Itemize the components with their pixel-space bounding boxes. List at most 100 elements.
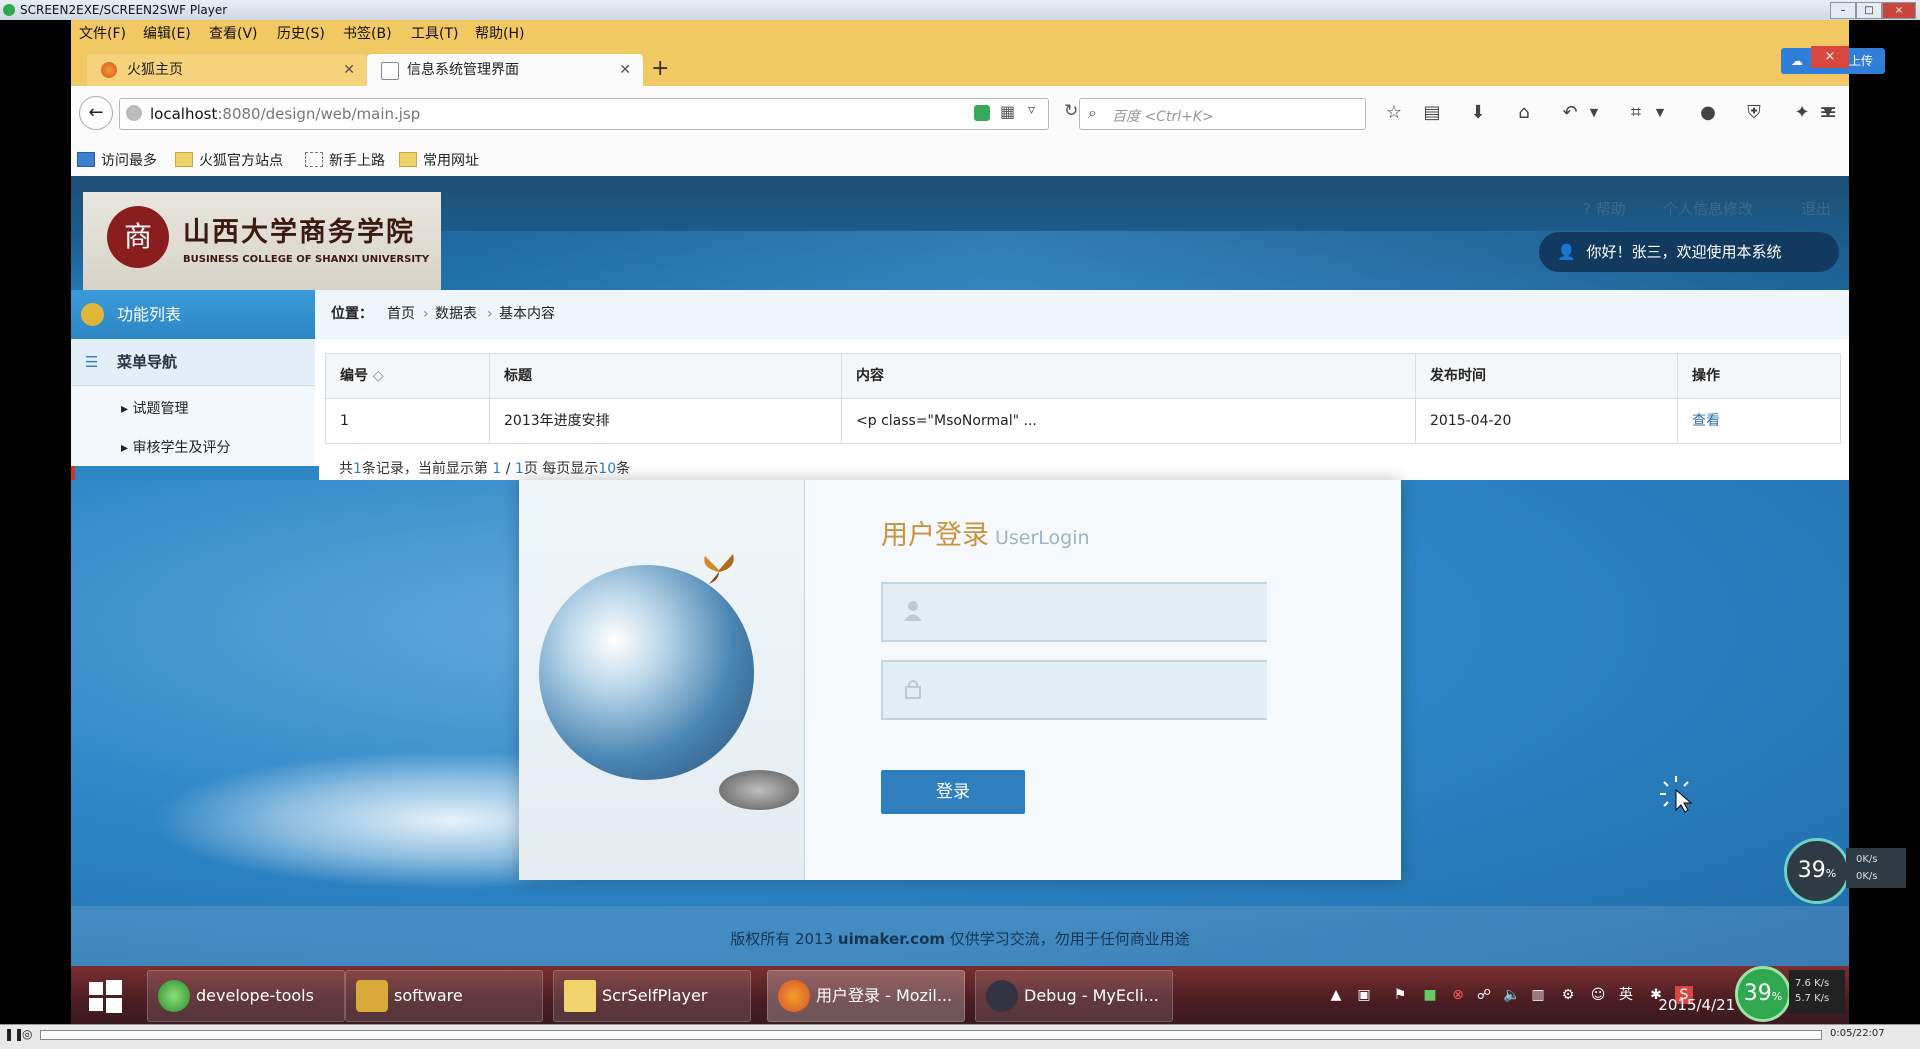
sidebar-menu-nav[interactable]: ☰ 菜单导航 xyxy=(71,339,315,386)
app-icon xyxy=(158,980,190,1012)
computer-mouse-icon xyxy=(719,770,799,810)
chevron-down-icon xyxy=(81,303,104,326)
shield-icon[interactable] xyxy=(974,105,990,121)
tray-ime-icon[interactable]: 英 xyxy=(1617,986,1635,1004)
network-speed-widget[interactable]: 39% xyxy=(1784,838,1850,904)
menu-file[interactable]: 文件(F) xyxy=(79,23,126,43)
tab-firefox-home[interactable]: 火狐主页 ✕ xyxy=(87,54,367,86)
tray-qq-icon[interactable]: ☺ xyxy=(1589,986,1607,1004)
sidebar-item-review-students[interactable]: ▸ 审核学生及评分 xyxy=(121,437,230,457)
dropdown-icon[interactable]: ▼ xyxy=(1649,102,1671,124)
tab-info-system[interactable]: 信息系统管理界面 ✕ xyxy=(367,54,643,86)
firefox-icon xyxy=(101,62,117,78)
bookmark-most-visited[interactable]: 访问最多 xyxy=(77,150,157,170)
column-header-id[interactable]: 编号 ◇ xyxy=(326,354,503,399)
network-speed-stats: 0K/s 0K/s xyxy=(1846,848,1906,888)
password-input[interactable] xyxy=(881,660,1267,720)
windows-start-icon[interactable] xyxy=(85,976,125,1016)
taskbar-item-software[interactable]: software xyxy=(345,970,543,1022)
login-button[interactable]: 登录 xyxy=(881,770,1025,814)
new-tab-button[interactable]: + xyxy=(651,56,669,81)
nav-toolbar: ← localhost:8080/design/web/main.jsp ▦ ▿… xyxy=(71,86,1849,143)
home-icon[interactable]: ⌂ xyxy=(1513,102,1535,124)
reload-icon[interactable]: ↻ xyxy=(1064,101,1078,121)
username-input[interactable] xyxy=(881,582,1267,642)
hamburger-menu-icon[interactable]: ≡ xyxy=(1819,100,1837,125)
taskbar-item-myeclipse[interactable]: Debug - MyEcli... xyxy=(975,970,1173,1022)
butterfly-icon xyxy=(704,554,734,584)
breadcrumb-content: 基本内容 xyxy=(499,306,555,322)
taskbar-speed-widget[interactable]: 39% xyxy=(1735,966,1791,1022)
tray-app-icon[interactable]: ▣ xyxy=(1355,986,1373,1004)
bookmark-common-sites[interactable]: 常用网址 xyxy=(399,150,479,170)
tray-device-icon[interactable]: ▥ xyxy=(1529,986,1547,1004)
download-icon[interactable]: ⬇ xyxy=(1467,102,1489,124)
tray-volume-icon[interactable]: 🔈 xyxy=(1503,986,1521,1004)
tray-flag-icon[interactable]: ⚑ xyxy=(1391,986,1409,1004)
menu-view[interactable]: 查看(V) xyxy=(209,23,258,43)
tray-network-icon[interactable]: ☍ xyxy=(1475,986,1493,1004)
copyright-footer: 版权所有 2013 uimaker.com 仅供学习交流，勿用于任何商业用途 xyxy=(730,930,1190,948)
tab-close-icon[interactable]: ✕ xyxy=(619,54,631,86)
view-link[interactable]: 查看 xyxy=(1692,399,1720,443)
back-icon[interactable]: ← xyxy=(79,96,113,130)
taskbar-item-firefox[interactable]: 用户登录 - Mozil... xyxy=(767,970,965,1022)
menu-bookmarks[interactable]: 书签(B) xyxy=(343,23,392,43)
tray-expand-icon[interactable]: ▲ xyxy=(1327,986,1345,1004)
taskbar-item-scrselfplayer[interactable]: ScrSelfPlayer xyxy=(553,970,751,1022)
menu-tools[interactable]: 工具(T) xyxy=(411,23,458,43)
security-shield-icon[interactable]: ⛨ xyxy=(1743,102,1765,124)
globe-icon xyxy=(126,105,142,121)
star-icon[interactable]: ☆ xyxy=(1383,102,1405,124)
menu-bar: 文件(F) 编辑(E) 查看(V) 历史(S) 书签(B) 工具(T) 帮助(H… xyxy=(71,20,1849,44)
url-bar[interactable]: localhost:8080/design/web/main.jsp ▦ ▿ ↻ xyxy=(119,98,1078,130)
crop-icon[interactable]: ⌗ xyxy=(1625,102,1647,124)
pagination-info: 共1条记录，当前显示第 1 / 1页 每页显示10条 xyxy=(339,461,631,477)
player-logo-icon xyxy=(3,4,15,16)
settings-icon[interactable]: ◎ xyxy=(22,1027,32,1041)
user-icon xyxy=(904,601,922,621)
chat-icon[interactable]: ● xyxy=(1697,102,1719,124)
tab-close-icon[interactable]: ✕ xyxy=(343,54,355,86)
reader-icon[interactable]: ▤ xyxy=(1421,102,1443,124)
table-cell: <p class="MsoNormal" ... xyxy=(856,413,1037,429)
sidebar-title[interactable]: 功能列表 xyxy=(71,290,315,339)
bookmark-firefox-site[interactable]: 火狐官方站点 xyxy=(175,150,283,170)
profile-edit-link[interactable]: 个人信息修改 xyxy=(1663,198,1753,219)
minimize-icon[interactable]: – xyxy=(1830,2,1856,19)
menu-history[interactable]: 历史(S) xyxy=(277,23,325,43)
help-link[interactable]: ? 帮助 xyxy=(1583,198,1626,219)
site-header: 商 山西大学商务学院 BUSINESS COLLEGE OF SHANXI UN… xyxy=(71,176,1849,290)
column-header-date: 发布时间 xyxy=(1416,354,1691,399)
sidebar-item-exam-management[interactable]: ▸ 试题管理 xyxy=(121,398,188,418)
breadcrumb-datatable[interactable]: 数据表 xyxy=(435,290,477,339)
menu-help[interactable]: 帮助(H) xyxy=(475,23,524,43)
playback-progress[interactable] xyxy=(40,1030,1822,1040)
bookmark-icon xyxy=(77,152,95,167)
web-page: 商 山西大学商务学院 BUSINESS COLLEGE OF SHANXI UN… xyxy=(71,176,1849,966)
tray-tool-icon[interactable]: ⚙ xyxy=(1559,986,1577,1004)
player-title: SCREEN2EXE/SCREEN2SWF Player xyxy=(20,3,228,17)
data-table: 编号 ◇ 标题 内容 发布时间 操作 1 2013年进度安排 <p class=… xyxy=(325,353,1841,444)
table-cell: 2013年进度安排 xyxy=(504,413,610,429)
search-bar[interactable]: ⌕ 百度 <Ctrl+K> xyxy=(1079,98,1366,130)
taskbar-item-develope-tools[interactable]: develope-tools xyxy=(147,970,345,1022)
dropdown-icon[interactable]: ▿ xyxy=(1028,102,1035,118)
dropdown-icon[interactable]: ▼ xyxy=(1583,102,1605,124)
addon-icon[interactable]: ✦ xyxy=(1791,102,1813,124)
close-icon[interactable]: × xyxy=(1882,2,1916,19)
menu-edit[interactable]: 编辑(E) xyxy=(143,23,191,43)
playback-time: 0:05/22:07 xyxy=(1830,1028,1885,1039)
undo-icon[interactable]: ↶ xyxy=(1559,102,1581,124)
qr-icon[interactable]: ▦ xyxy=(1000,102,1015,121)
lock-icon xyxy=(905,680,921,699)
tray-blocked-icon[interactable]: ⊗ xyxy=(1449,986,1467,1004)
folder-icon xyxy=(175,152,193,167)
bookmark-getting-started[interactable]: 新手上路 xyxy=(305,150,385,170)
firefox-window: 文件(F) 编辑(E) 查看(V) 历史(S) 书签(B) 工具(T) 帮助(H… xyxy=(71,20,1885,176)
tray-nvidia-icon[interactable]: ■ xyxy=(1421,986,1439,1004)
restore-icon[interactable]: □ xyxy=(1856,2,1882,19)
breadcrumb-home[interactable]: 首页 xyxy=(387,290,415,339)
bookmarks-bar: 访问最多 火狐官方站点 新手上路 常用网址 xyxy=(71,142,1849,176)
logout-link[interactable]: 退出 xyxy=(1801,198,1831,219)
